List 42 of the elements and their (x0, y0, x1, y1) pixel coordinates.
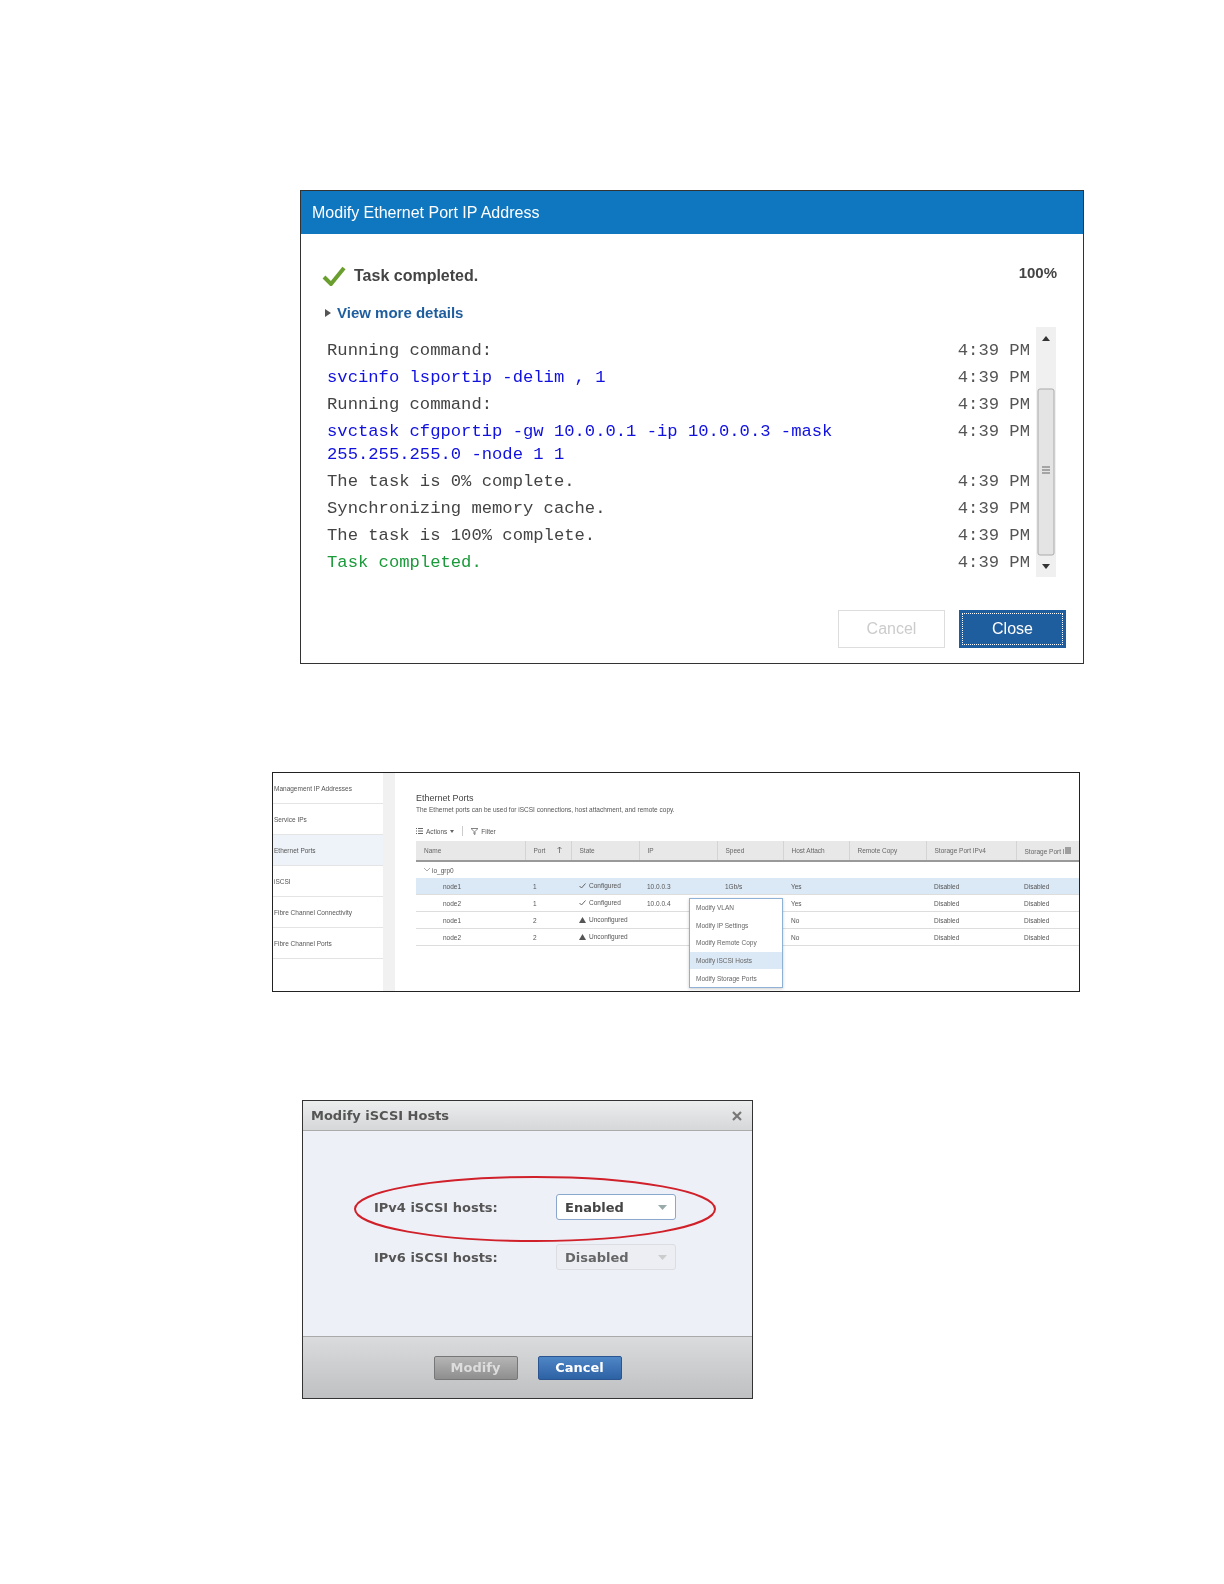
field-label: IPv4 iSCSI hosts: (374, 1199, 499, 1215)
details-link[interactable]: View more details (325, 304, 464, 321)
field-label: IPv6 iSCSI hosts: (374, 1249, 499, 1265)
warning-icon (579, 916, 586, 923)
log-message: svctask cfgportip -gw 10.0.0.1 -ip 10.0.0.3 -mask 255.255.255.0 -node 1 1 (327, 421, 834, 466)
checkmark-icon (322, 266, 346, 286)
dropdown[interactable]: Enabled (556, 1194, 676, 1220)
chevron-icon (424, 868, 430, 873)
log-time: 4:39 PM (957, 421, 1030, 443)
log-time: 4:39 PM (957, 525, 1030, 547)
log-message: Running command: (327, 394, 494, 416)
log-time: 4:39 PM (957, 394, 1030, 416)
progress-percent: 100% (1018, 264, 1057, 281)
log-time: 4:39 PM (957, 471, 1030, 493)
dialog-button[interactable]: Cancel (537, 1355, 622, 1380)
dialog-title: Modify iSCSI Hosts (311, 1108, 451, 1123)
log-message: The task is 0% complete. (327, 471, 576, 493)
checkmark-icon (579, 899, 586, 906)
panel-title: Ethernet Ports (416, 793, 475, 803)
log-message: svcinfo lsportip -delim , 1 (327, 367, 607, 389)
log-message: Task completed. (327, 552, 483, 574)
caret-icon (658, 1254, 667, 1260)
status-text: Task completed. (354, 267, 480, 285)
log-message: Synchronizing memory cache. (327, 498, 607, 520)
checkmark-icon (579, 882, 586, 889)
triangle-icon (325, 308, 331, 317)
filter-icon (471, 827, 479, 835)
log-time: 4:39 PM (957, 552, 1030, 574)
caret-icon (658, 1204, 667, 1210)
column-settings-icon[interactable] (1064, 846, 1071, 854)
log-message: The task is 100% complete. (327, 525, 597, 547)
dialog-button[interactable]: Close (959, 610, 1066, 648)
log-time: 4:39 PM (957, 367, 1030, 389)
log-time: 4:39 PM (957, 340, 1030, 362)
log-message: Running command: (327, 340, 494, 362)
dialog-title: Modify Ethernet Port IP Address (312, 203, 540, 222)
caret-icon (450, 829, 455, 833)
warning-icon (579, 933, 586, 940)
list-icon (416, 828, 423, 834)
log-time: 4:39 PM (957, 498, 1030, 520)
scrollbar[interactable] (1036, 327, 1056, 577)
close-icon[interactable] (732, 1110, 742, 1121)
